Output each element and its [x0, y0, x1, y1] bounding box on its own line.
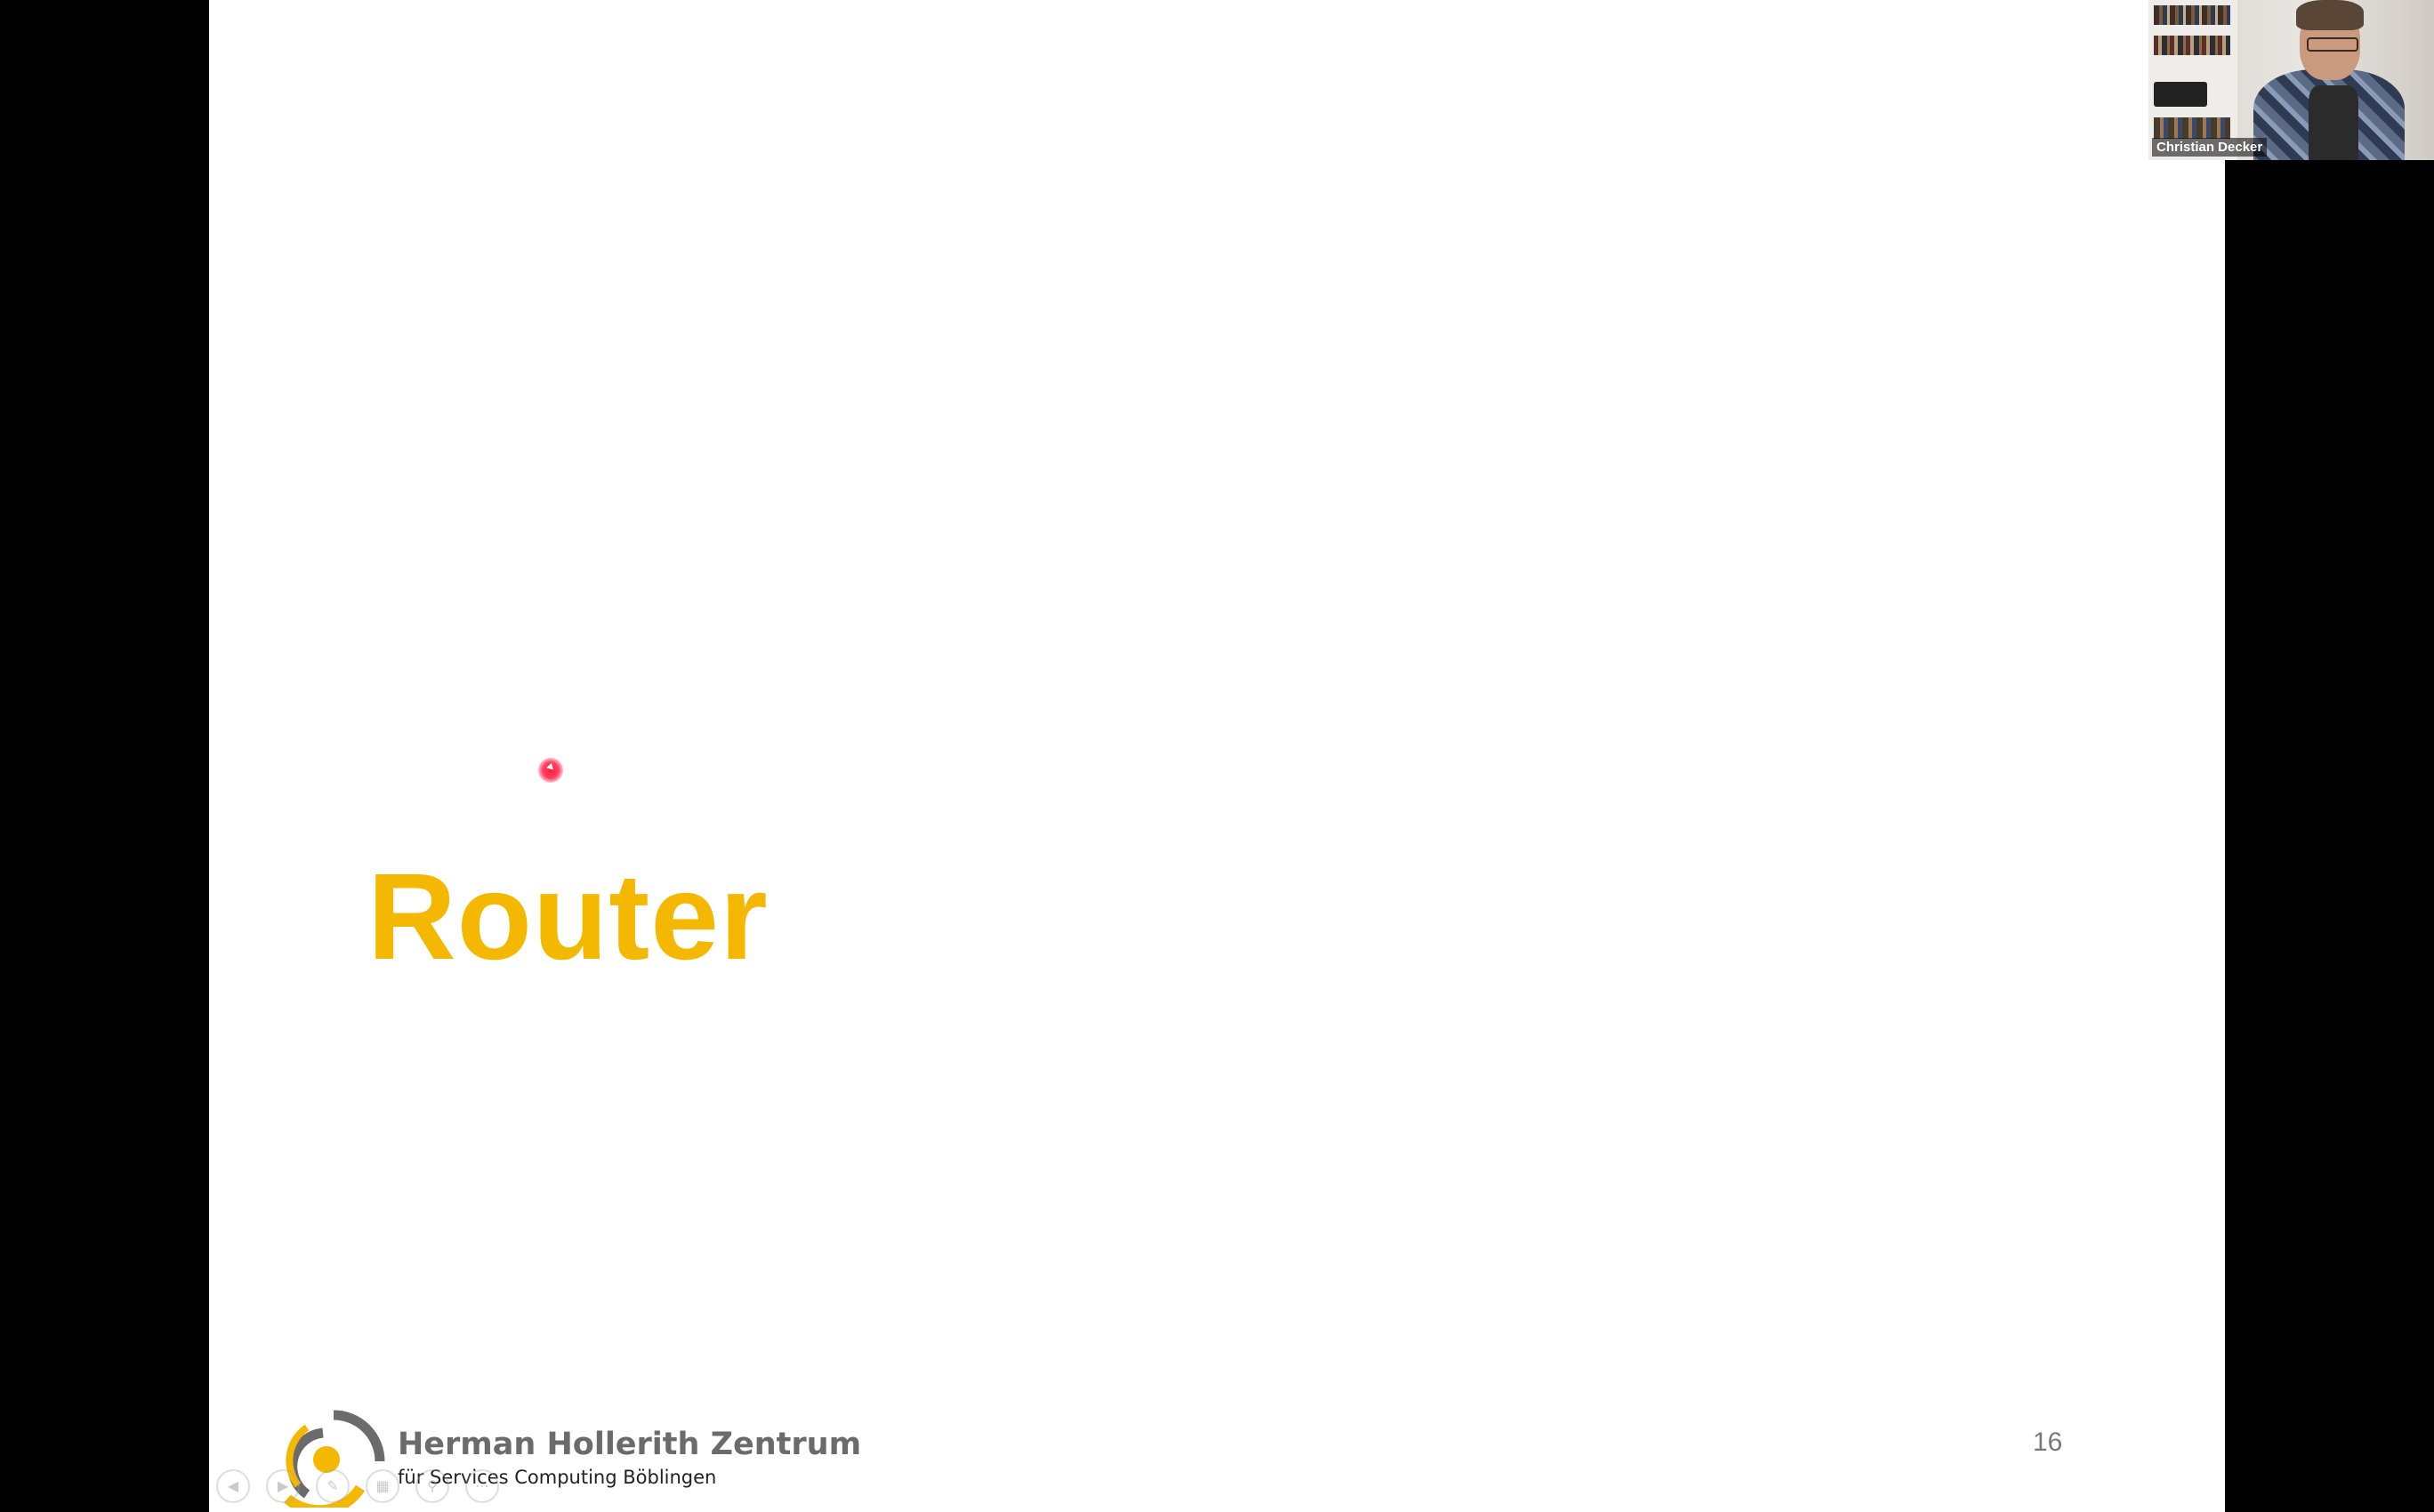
page-number: 16 — [2033, 1428, 2063, 1457]
participant-name: Christian Decker — [2152, 138, 2268, 157]
more-icon[interactable]: ⋯ — [465, 1469, 499, 1503]
participant-video[interactable]: Christian Decker — [2148, 0, 2434, 160]
books — [2154, 117, 2230, 139]
presentation-controls: ◀ ▶ ✎ ▦ ⚲ ⋯ — [216, 1469, 499, 1503]
zoom-icon[interactable]: ⚲ — [415, 1469, 449, 1503]
books — [2154, 36, 2230, 55]
person-shirt — [2309, 85, 2358, 160]
next-icon[interactable]: ▶ — [266, 1469, 300, 1503]
presentation-slide: Router Herman Hollerith Zentrum für Serv… — [209, 0, 2225, 1512]
speaker-box — [2154, 82, 2207, 107]
slide-title: Router — [367, 848, 769, 985]
slides-grid-icon[interactable]: ▦ — [366, 1469, 399, 1503]
books — [2154, 5, 2230, 25]
glasses — [2307, 37, 2358, 52]
org-name: Herman Hollerith Zentrum — [398, 1427, 862, 1462]
previous-icon[interactable]: ◀ — [216, 1469, 250, 1503]
pen-icon[interactable]: ✎ — [316, 1469, 350, 1503]
person-hair — [2296, 0, 2364, 30]
